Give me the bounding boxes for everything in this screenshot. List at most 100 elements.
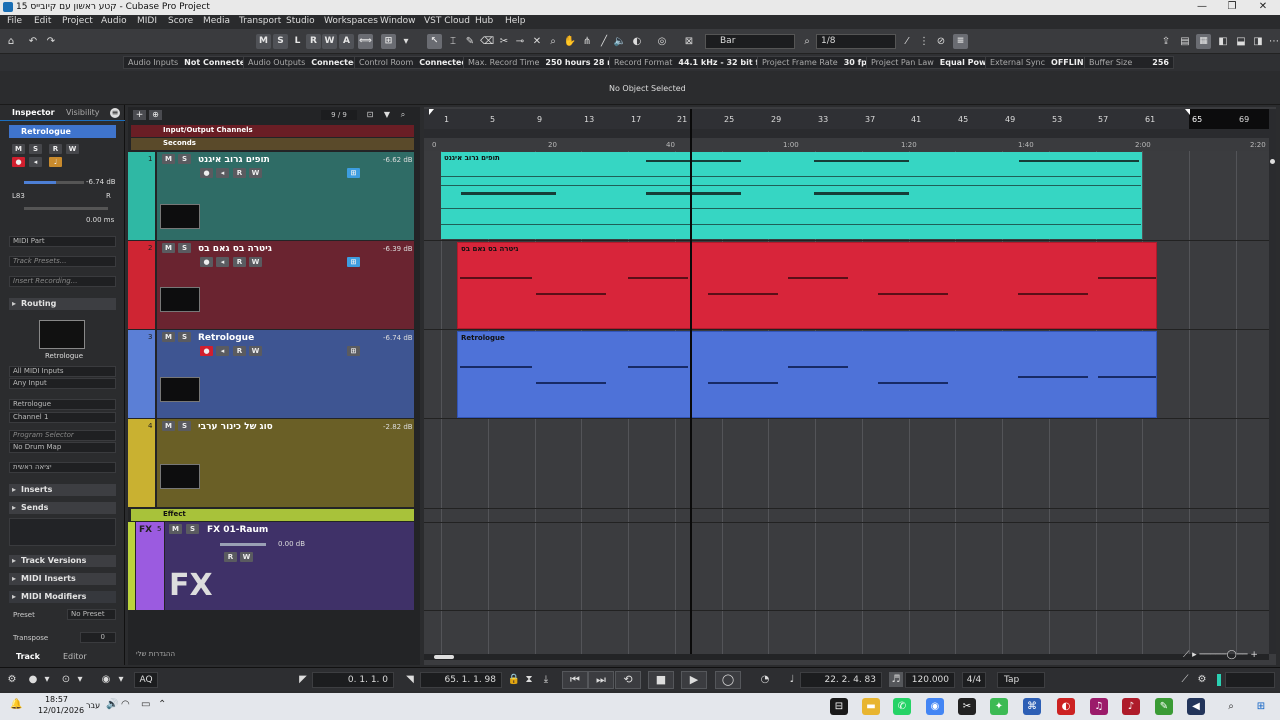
right-zone-icon[interactable]: ◨ [1251, 34, 1265, 49]
chrome-icon[interactable]: ◉ [926, 698, 944, 715]
app-icon[interactable]: ♫ [1090, 698, 1108, 715]
hand-tool-icon[interactable]: ✋ [563, 34, 577, 49]
ruler-track[interactable]: Seconds [131, 138, 414, 150]
punch-dropdown-icon[interactable]: ▾ [114, 672, 128, 687]
home-icon[interactable]: ⌂ [4, 34, 18, 49]
inspector-record-icon[interactable]: ● [12, 157, 25, 167]
menu-studio[interactable]: Studio [286, 16, 315, 26]
line-tool-icon[interactable]: ╱ [597, 34, 611, 49]
tap-tempo-button[interactable]: Tap [997, 672, 1045, 688]
write-button[interactable]: W [249, 346, 262, 356]
color-tool-icon[interactable]: ◐ [630, 34, 644, 49]
minimize-button[interactable]: — [1189, 0, 1215, 15]
inspector-track-name[interactable]: Retrologue [9, 125, 116, 138]
track-row-4[interactable]: 4 M S סוג של כינור ערבי -2.82 dB [128, 419, 414, 507]
insert-recording-select[interactable]: Insert Recording... [9, 276, 116, 287]
erase-tool-icon[interactable]: ⌫ [480, 34, 494, 49]
zoom-tool-icon[interactable]: ⌕ [546, 34, 560, 49]
vertical-scroll-thumb[interactable] [1270, 159, 1275, 164]
status-pan-law[interactable]: Project Pan Law Equal Power [866, 56, 1001, 69]
monitor-icon[interactable]: ◂ [216, 346, 229, 356]
tab-editor[interactable]: Editor [63, 652, 87, 661]
cubase-taskbar-icon[interactable]: ◀ [1187, 698, 1205, 715]
inspector-write-button[interactable]: W [66, 144, 79, 154]
status-buffer-size[interactable]: Buffer Size 256 [1084, 56, 1174, 69]
inserts-section-header[interactable]: Inserts [9, 484, 116, 496]
record-enable-icon[interactable]: ● [200, 257, 213, 267]
read-button[interactable]: R [233, 346, 246, 356]
inspector-menu-icon[interactable]: ≡ [110, 108, 120, 118]
status-control-room[interactable]: Control Room Connected [354, 56, 473, 69]
autoscroll-icon[interactable]: ⟺ [358, 34, 373, 49]
iterative-quantize-icon[interactable]: ⁄ [900, 34, 914, 49]
app-icon[interactable]: ⌘ [1023, 698, 1041, 715]
left-zone-icon[interactable]: ◧ [1216, 34, 1230, 49]
keyboard-language[interactable]: עבר [86, 701, 100, 710]
instrument-thumbnail[interactable] [160, 287, 200, 312]
transport-settings-icon[interactable]: ⚙ [1195, 672, 1209, 687]
read-button[interactable]: R [306, 34, 321, 49]
capcut-icon[interactable]: ✂ [958, 698, 976, 715]
midi-inserts-section-header[interactable]: MIDI Inserts [9, 573, 116, 585]
inspector-read-button[interactable]: R [49, 144, 62, 154]
track-row-3[interactable]: 3 M S Retrologue -6.74 dB ● ◂ R W ⊞ [128, 330, 414, 418]
object-select-tool-icon[interactable]: ↖ [427, 34, 442, 49]
menu-score[interactable]: Score [168, 16, 193, 26]
filter-icon[interactable]: ▼ [381, 110, 393, 120]
mute-button[interactable]: M [162, 154, 175, 164]
record-button[interactable]: ◯ [715, 671, 741, 689]
track-row-2[interactable]: 2 M S גיטרה בס גאם בס -6.39 dB ● ◂ R W ⊞ [128, 241, 414, 329]
settings-icon[interactable]: ⚙ [5, 672, 19, 687]
cycle-button[interactable]: ⟲ [615, 671, 641, 689]
whatsapp-icon[interactable]: ✆ [893, 698, 911, 715]
midi-part-drums[interactable]: תופים גרוב איגנט [441, 152, 1142, 239]
solo-button[interactable]: S [178, 332, 191, 342]
midi-input-select[interactable]: All MIDI Inputs [9, 366, 116, 377]
solo-button[interactable]: S [178, 243, 191, 253]
sends-slot-area[interactable] [9, 518, 116, 546]
search-taskbar-icon[interactable]: ⌕ [1222, 698, 1240, 715]
auto-quantize-button[interactable]: AQ [134, 672, 158, 688]
layout-icon[interactable]: ▦ [1196, 34, 1211, 49]
record-enable-icon[interactable]: ● [200, 346, 213, 356]
redo-icon[interactable]: ↷ [44, 34, 58, 49]
menu-project[interactable]: Project [62, 16, 93, 26]
write-button[interactable]: W [249, 257, 262, 267]
solo-all-button[interactable]: S [273, 34, 288, 49]
left-locator-value[interactable]: 0. 1. 1. 0 [312, 672, 394, 688]
menu-transport[interactable]: Transport [239, 16, 281, 26]
close-button[interactable]: ✕ [1250, 0, 1276, 15]
lower-zone-icon[interactable]: ⬓ [1234, 34, 1248, 49]
mute-button[interactable]: M [162, 421, 175, 431]
record-mode-dropdown-icon[interactable]: ▾ [40, 672, 54, 687]
status-external-sync[interactable]: External Sync OFFLINE [985, 56, 1094, 69]
monitor-icon[interactable]: ◂ [216, 257, 229, 267]
go-to-start-button[interactable]: ⏮ [562, 671, 588, 689]
track-name[interactable]: Retrologue [198, 333, 254, 343]
list-view-icon[interactable]: ≡ [953, 34, 968, 49]
horizontal-scrollbar[interactable] [424, 654, 1269, 660]
midi-part-bass[interactable]: גיטרה בס גאם בס [457, 242, 1157, 329]
monitor-icon[interactable]: ◂ [216, 168, 229, 178]
quantize-apply-icon[interactable]: ⊘ [934, 34, 948, 49]
mediabay-icon[interactable]: ▤ [1178, 34, 1192, 49]
quantize-settings-icon[interactable]: ⋮ [917, 34, 931, 49]
status-audio-outputs[interactable]: Audio Outputs Connected [243, 56, 365, 69]
instrument-thumbnail[interactable] [160, 377, 200, 402]
left-locator-icon[interactable]: ◤ [296, 672, 310, 687]
lock-transport-icon[interactable]: 🔒 [507, 672, 521, 687]
mute-button[interactable]: M [162, 332, 175, 342]
undo-icon[interactable]: ↶ [26, 34, 40, 49]
grid-icon[interactable]: ⊠ [682, 34, 696, 49]
mute-button[interactable]: M [162, 243, 175, 253]
status-frame-rate[interactable]: Project Frame Rate 30 fps [757, 56, 877, 69]
lock-icon[interactable]: ⊡ [364, 110, 376, 120]
clock-time[interactable]: 18:57 [40, 695, 68, 704]
split-tool-icon[interactable]: ✂ [497, 34, 511, 49]
play-button[interactable]: ▶ [681, 671, 707, 689]
instrument-thumbnail[interactable] [160, 464, 200, 489]
export-icon[interactable]: ⇪ [1159, 34, 1173, 49]
left-locator-marker[interactable] [429, 109, 434, 115]
inspector-solo-button[interactable]: S [29, 144, 42, 154]
cycle-record-mode-icon[interactable]: ⊙ [59, 672, 73, 687]
